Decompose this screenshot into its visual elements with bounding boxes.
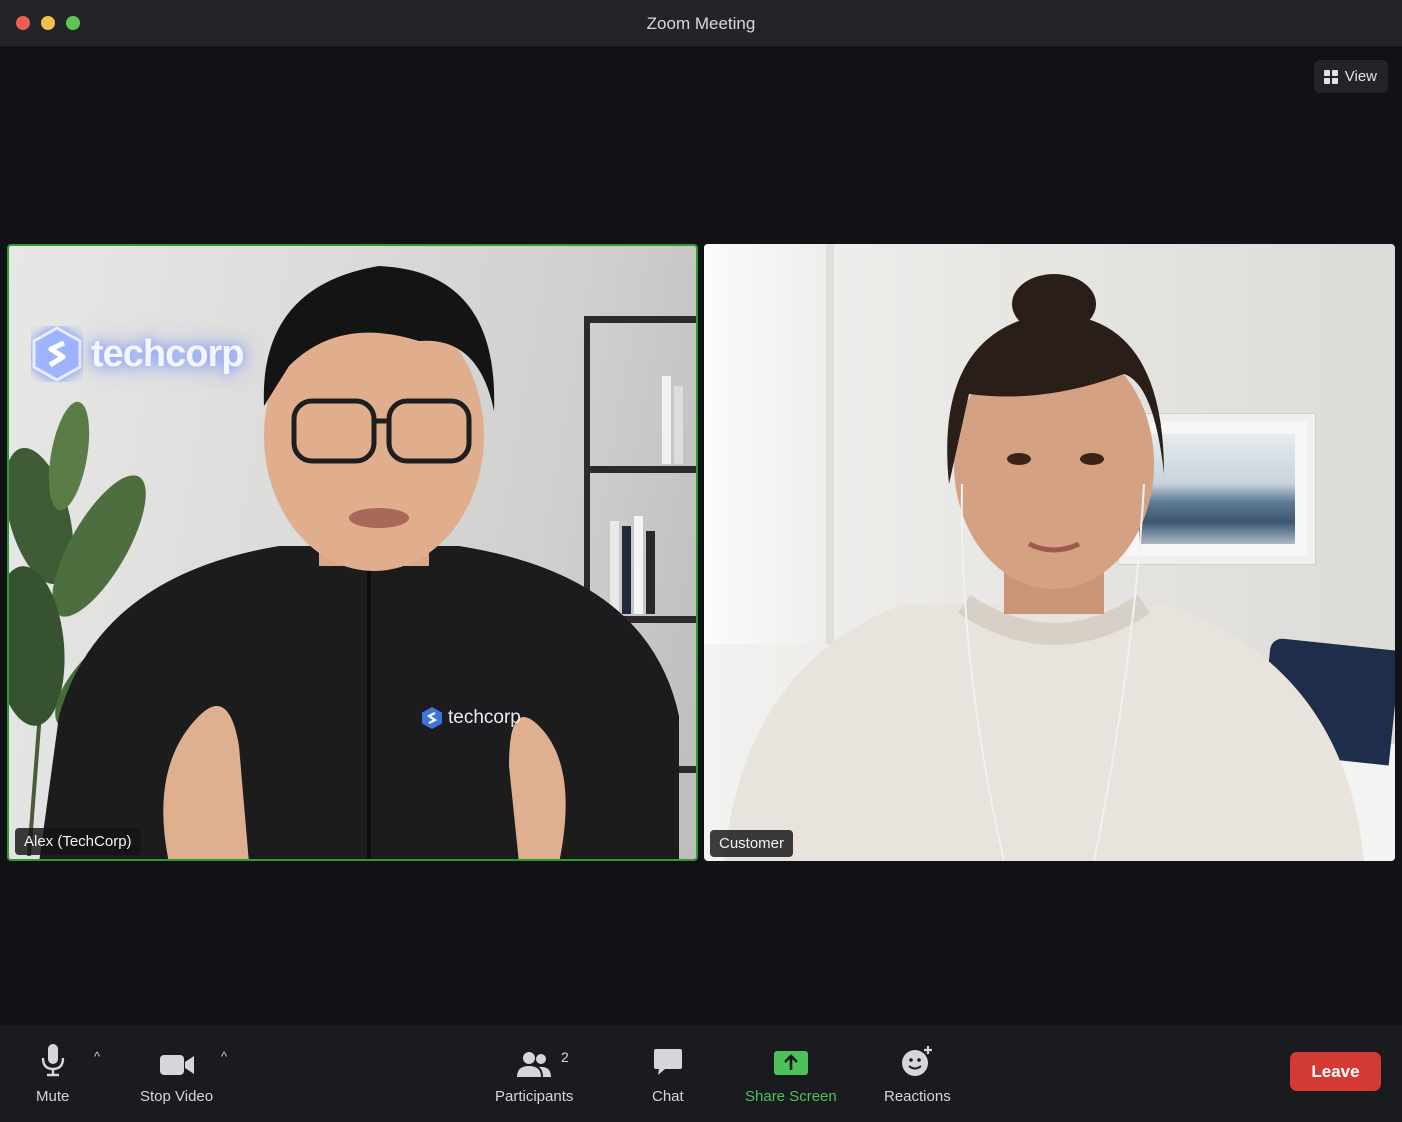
title-bar: Zoom Meeting — [0, 0, 1402, 47]
video-options-chevron-icon[interactable]: ^ — [221, 1049, 227, 1064]
participant-count: 2 — [561, 1049, 569, 1065]
people-icon — [517, 1052, 552, 1077]
window-title: Zoom Meeting — [646, 14, 756, 33]
chat-label: Chat — [652, 1088, 684, 1105]
microphone-icon — [41, 1044, 64, 1077]
video-tile-customer[interactable]: Customer — [704, 244, 1395, 861]
grid-icon — [1323, 69, 1338, 84]
mute-label: Mute — [36, 1088, 70, 1105]
participant-name-tag: Customer — [710, 830, 794, 857]
audio-options-chevron-icon[interactable]: ^ — [94, 1049, 100, 1064]
chat-bubble-icon — [653, 1049, 682, 1075]
shirt-logo-text: techcorp — [448, 707, 521, 728]
mute-button[interactable]: Mute — [36, 1039, 69, 1105]
video-tile-alex[interactable]: techcorp techcorp Alex (TechCorp) — [7, 244, 698, 861]
participant-video-alex — [39, 266, 679, 859]
reactions-button[interactable]: Reactions — [884, 1039, 951, 1105]
participants-label: Participants — [495, 1088, 574, 1105]
stop-video-label: Stop Video — [140, 1088, 214, 1105]
video-feed-customer — [704, 244, 1395, 861]
share-screen-label: Share Screen — [745, 1088, 837, 1105]
participant-name-tag: Alex (TechCorp) — [15, 828, 141, 855]
chat-button[interactable]: Chat — [652, 1039, 684, 1105]
share-screen-icon — [773, 1051, 808, 1075]
participant-video-customer — [724, 274, 1364, 861]
video-camera-icon — [159, 1055, 194, 1075]
reactions-label: Reactions — [884, 1088, 951, 1105]
smiley-plus-icon — [902, 1046, 933, 1076]
meeting-toolbar: Mute ^ Stop Video ^ Participants 2 Chat … — [0, 1025, 1402, 1122]
view-button-label: View — [1344, 68, 1377, 85]
share-screen-button[interactable]: Share Screen — [745, 1039, 837, 1105]
leave-button[interactable]: Leave — [1290, 1052, 1381, 1091]
stop-video-button[interactable]: Stop Video — [140, 1039, 213, 1105]
shirt-logo-icon — [422, 707, 442, 729]
shirt-logo: techcorp — [421, 706, 521, 730]
video-feed-alex: techcorp techcorp — [9, 246, 696, 859]
view-button[interactable]: View — [1313, 60, 1388, 93]
